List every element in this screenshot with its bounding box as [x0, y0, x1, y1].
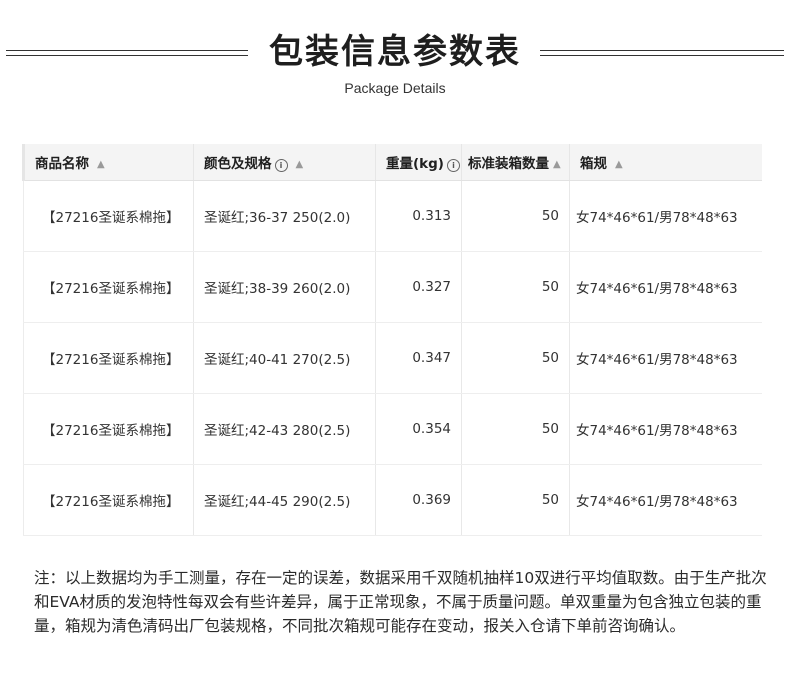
- column-header-weight[interactable]: 重量(kg) i: [375, 144, 462, 181]
- cell-box-size: 女74*46*61/男78*48*63: [569, 393, 762, 465]
- sort-arrow-icon[interactable]: ▲: [296, 159, 304, 170]
- cell-weight: 0.327: [375, 251, 462, 323]
- title-banner: 包装信息参数表: [0, 24, 790, 80]
- table-row: 【27216圣诞系棉拖】 圣诞红;36-37 250(2.0) 0.313 50…: [23, 180, 762, 252]
- column-header-box-size[interactable]: 箱规 ▲: [569, 144, 762, 181]
- cell-product-name: 【27216圣诞系棉拖】: [23, 180, 194, 252]
- cell-spec: 圣诞红;36-37 250(2.0): [193, 180, 376, 252]
- cell-spec: 圣诞红;44-45 290(2.5): [193, 464, 376, 536]
- cell-quantity: 50: [461, 322, 570, 394]
- cell-box-size: 女74*46*61/男78*48*63: [569, 180, 762, 252]
- cell-quantity: 50: [461, 464, 570, 536]
- sort-arrow-icon[interactable]: ▲: [97, 159, 105, 170]
- info-icon[interactable]: i: [274, 158, 288, 172]
- table-header-row: 商品名称 ▲ 颜色及规格 i ▲ 重量(kg) i 标准装箱数量 ▲ 箱规 ▲: [22, 144, 762, 181]
- package-table: 商品名称 ▲ 颜色及规格 i ▲ 重量(kg) i 标准装箱数量 ▲ 箱规 ▲ 【27216…: [22, 144, 762, 536]
- column-header-quantity[interactable]: 标准装箱数量 ▲: [461, 144, 570, 181]
- cell-weight: 0.369: [375, 464, 462, 536]
- cell-box-size: 女74*46*61/男78*48*63: [569, 464, 762, 536]
- table-row: 【27216圣诞系棉拖】 圣诞红;44-45 290(2.5) 0.369 50…: [23, 464, 762, 536]
- info-icon[interactable]: i: [446, 158, 460, 172]
- cell-product-name: 【27216圣诞系棉拖】: [23, 393, 194, 465]
- sort-arrow-icon[interactable]: ▲: [553, 159, 561, 170]
- table-row: 【27216圣诞系棉拖】 圣诞红;42-43 280(2.5) 0.354 50…: [23, 393, 762, 465]
- column-header-name[interactable]: 商品名称 ▲: [22, 144, 194, 181]
- sort-arrow-icon[interactable]: ▲: [615, 159, 623, 170]
- column-header-spec[interactable]: 颜色及规格 i ▲: [193, 144, 376, 181]
- cell-quantity: 50: [461, 251, 570, 323]
- cell-weight: 0.354: [375, 393, 462, 465]
- cell-quantity: 50: [461, 393, 570, 465]
- title-decor-line-right: [540, 50, 784, 56]
- table-row: 【27216圣诞系棉拖】 圣诞红;40-41 270(2.5) 0.347 50…: [23, 322, 762, 394]
- cell-box-size: 女74*46*61/男78*48*63: [569, 251, 762, 323]
- package-table-container: 商品名称 ▲ 颜色及规格 i ▲ 重量(kg) i 标准装箱数量 ▲ 箱规 ▲ 【27216…: [22, 144, 762, 536]
- cell-box-size: 女74*46*61/男78*48*63: [569, 322, 762, 394]
- table-row: 【27216圣诞系棉拖】 圣诞红;38-39 260(2.0) 0.327 50…: [23, 251, 762, 323]
- cell-spec: 圣诞红;42-43 280(2.5): [193, 393, 376, 465]
- cell-product-name: 【27216圣诞系棉拖】: [23, 251, 194, 323]
- page-subtitle: Package Details: [344, 80, 446, 96]
- cell-spec: 圣诞红;38-39 260(2.0): [193, 251, 376, 323]
- footnote-text: 注：以上数据均为手工测量，存在一定的误差，数据采用千双随机抽样10双进行平均值取…: [34, 569, 767, 635]
- cell-product-name: 【27216圣诞系棉拖】: [23, 464, 194, 536]
- cell-spec: 圣诞红;40-41 270(2.5): [193, 322, 376, 394]
- cell-weight: 0.347: [375, 322, 462, 394]
- cell-weight: 0.313: [375, 180, 462, 252]
- cell-product-name: 【27216圣诞系棉拖】: [23, 322, 194, 394]
- cell-quantity: 50: [461, 180, 570, 252]
